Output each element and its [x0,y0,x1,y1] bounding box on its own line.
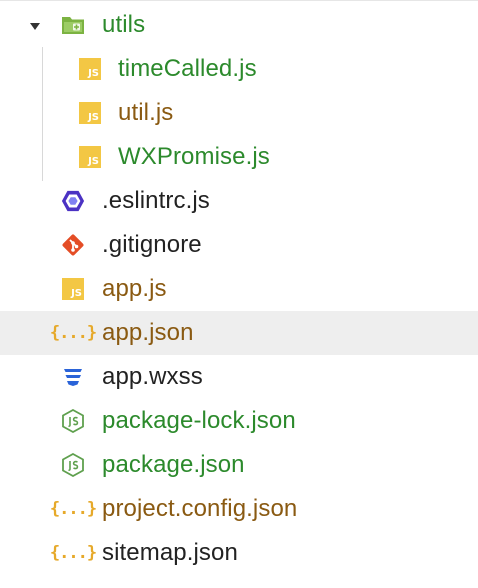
js-icon: JS [78,57,102,81]
tree-item-timecalled-js[interactable]: JS timeCalled.js [0,47,478,91]
js-icon: JS [61,277,85,301]
tree-item-label: app.wxss [102,363,203,390]
tree-item-label: util.js [118,99,174,126]
tree-item-util-js[interactable]: JS util.js [0,91,478,135]
tree-item-wxpromise-js[interactable]: JS WXPromise.js [0,135,478,179]
tree-item-label: app.js [102,275,167,302]
js-icon: JS [78,145,102,169]
chevron-down-icon[interactable] [28,19,42,33]
tree-item-label: sitemap.json [102,539,238,566]
css-icon [61,365,85,389]
tree-item-label: .eslintrc.js [102,187,210,214]
tree-item-app-js[interactable]: JS app.js [0,267,478,311]
json-braces-icon: {...} [49,499,97,519]
top-divider [0,0,478,1]
tree-item-label: project.config.json [102,495,298,522]
tree-item-label: package.json [102,451,245,478]
nodejs-icon [61,409,85,433]
json-braces-icon: {...} [49,323,97,343]
tree-item-package-lock-json[interactable]: package-lock.json [0,399,478,443]
tree-item-utils-folder[interactable]: utils [0,3,478,47]
js-icon: JS [78,101,102,125]
tree-item-label: .gitignore [102,231,202,258]
nodejs-icon [61,453,85,477]
tree-item-package-json[interactable]: package.json [0,443,478,487]
tree-item-label: utils [102,11,146,38]
file-explorer-tree: utils JS timeCalled.js JS util.js JS WXP… [0,0,478,588]
tree-item-app-json[interactable]: {...} app.json [0,311,478,355]
tree-item-label: timeCalled.js [118,55,257,82]
git-icon [61,233,85,257]
tree-item-eslintrc-js[interactable]: .eslintrc.js [0,179,478,223]
tree-item-label: app.json [102,319,194,346]
json-braces-icon: {...} [49,543,97,563]
tree-item-app-wxss[interactable]: app.wxss [0,355,478,399]
tree-item-gitignore[interactable]: .gitignore [0,223,478,267]
tree-item-label: package-lock.json [102,407,296,434]
tree-item-label: WXPromise.js [118,143,270,170]
folder-open-icon [61,13,85,37]
tree-item-sitemap-json[interactable]: {...} sitemap.json [0,531,478,575]
tree-item-project-config-json[interactable]: {...} project.config.json [0,487,478,531]
eslint-icon [61,189,85,213]
